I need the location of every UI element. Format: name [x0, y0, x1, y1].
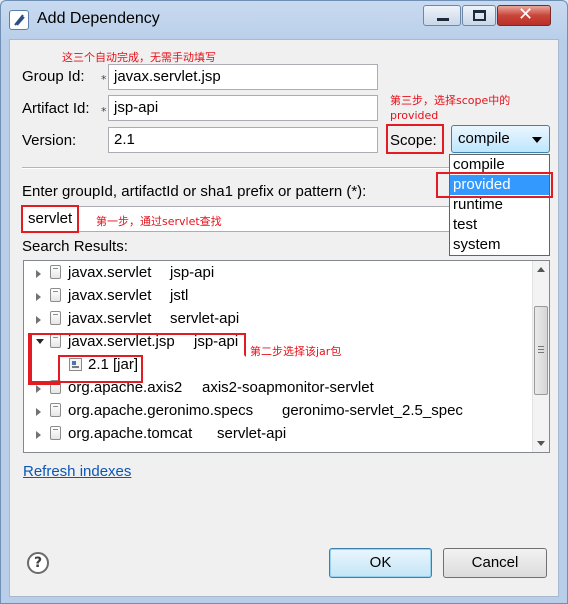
close-button[interactable]: ✕: [497, 4, 551, 26]
scope-combo-value: compile: [458, 130, 510, 147]
title-bar[interactable]: Add Dependency ✕: [1, 1, 567, 39]
expand-arrow-icon[interactable]: [36, 408, 41, 416]
highlight-selected-artifact: [28, 333, 246, 357]
scroll-down-arrow-icon[interactable]: [533, 435, 549, 452]
help-icon[interactable]: ?: [27, 552, 49, 574]
grip-line: [538, 352, 544, 353]
result-artifact: servlet-api: [170, 310, 240, 327]
artifact-id-required-marker: *: [101, 105, 107, 118]
result-group: javax.servlet: [68, 310, 152, 327]
jar-icon: [50, 311, 61, 325]
result-group: org.apache.tomcat: [68, 425, 193, 442]
result-group: javax.servlet: [68, 287, 152, 304]
result-row[interactable]: org.apache.geronimo.specs geronimo-servl…: [24, 401, 533, 424]
highlight-jar-left: [28, 333, 32, 383]
grip-line: [538, 346, 544, 347]
annotation-autocomplete: 这三个自动完成，无需手动填写: [62, 51, 216, 64]
scope-option-runtime[interactable]: runtime: [450, 195, 549, 215]
grip-line: [538, 349, 544, 350]
artifact-id-input[interactable]: jsp-api: [108, 95, 378, 121]
dialog-content: 这三个自动完成，无需手动填写 Group Id: * javax.servlet…: [9, 39, 559, 597]
annotation-step1: 第一步，通过servlet查找: [96, 215, 222, 228]
jar-icon: [50, 403, 61, 417]
result-row[interactable]: javax.servlet jsp-api: [24, 263, 533, 286]
dialog-window: Add Dependency ✕ 这三个自动完成，无需手动填写 Group Id…: [0, 0, 568, 604]
search-results-label: Search Results:: [22, 238, 128, 255]
ok-button[interactable]: OK: [329, 548, 432, 578]
scope-combo[interactable]: compile: [451, 125, 550, 153]
highlight-provided-option: [436, 172, 553, 198]
version-label: Version:: [22, 132, 77, 149]
group-id-required-marker: *: [101, 73, 107, 86]
highlight-jar-version: [58, 355, 143, 383]
group-id-input[interactable]: javax.servlet.jsp: [108, 64, 378, 90]
annotation-step3-line1: 第三步，选择scope中的: [390, 94, 511, 107]
expand-arrow-icon[interactable]: [36, 293, 41, 301]
cancel-button[interactable]: Cancel: [443, 548, 547, 578]
results-scrollbar[interactable]: [532, 261, 549, 452]
maximize-icon: [473, 10, 486, 21]
jar-icon: [50, 265, 61, 279]
annotation-step3-line2: provided: [390, 109, 439, 122]
scope-option-system[interactable]: system: [450, 235, 549, 255]
close-icon: ✕: [518, 4, 534, 25]
highlight-search-query: [21, 205, 79, 233]
annotation-step2: 第二步选择该jar包: [250, 345, 342, 358]
result-row[interactable]: javax.servlet servlet-api: [24, 309, 533, 332]
result-row[interactable]: org.apache.tomcat servlet-api: [24, 424, 533, 447]
jar-icon: [50, 426, 61, 440]
result-artifact: axis2-soapmonitor-servlet: [202, 379, 374, 396]
expand-arrow-icon[interactable]: [36, 270, 41, 278]
artifact-id-label: Artifact Id:: [22, 100, 90, 117]
eclipse-app-icon: [9, 10, 29, 30]
result-artifact: jstl: [170, 287, 189, 304]
result-artifact: geronimo-servlet_2.5_spec: [282, 402, 463, 419]
refresh-indexes-link[interactable]: Refresh indexes: [23, 463, 131, 480]
version-input[interactable]: 2.1: [108, 127, 378, 153]
group-id-label: Group Id:: [22, 68, 85, 85]
window-title: Add Dependency: [37, 10, 160, 27]
jar-icon: [50, 288, 61, 302]
result-group: javax.servlet: [68, 264, 152, 281]
scope-dropdown-list[interactable]: compile provided runtime test system: [449, 154, 550, 256]
chevron-down-icon: [532, 137, 542, 143]
expand-arrow-icon[interactable]: [36, 316, 41, 324]
expand-arrow-icon[interactable]: [36, 431, 41, 439]
highlight-jar-bottom: [28, 381, 60, 385]
expand-arrow-icon[interactable]: [36, 385, 41, 393]
result-row[interactable]: javax.servlet jstl: [24, 286, 533, 309]
minimize-button[interactable]: [423, 5, 461, 26]
highlight-scope-label: [386, 124, 444, 154]
scope-option-test[interactable]: test: [450, 215, 549, 235]
result-group: org.apache.geronimo.specs: [68, 402, 254, 419]
maximize-button[interactable]: [462, 5, 496, 26]
scrollbar-thumb[interactable]: [534, 306, 548, 395]
scroll-up-arrow-icon[interactable]: [533, 261, 549, 278]
search-prompt-label: Enter groupId, artifactId or sha1 prefix…: [22, 183, 367, 200]
result-artifact: jsp-api: [170, 264, 215, 281]
minimize-icon: [437, 18, 449, 21]
result-artifact: servlet-api: [217, 425, 287, 442]
